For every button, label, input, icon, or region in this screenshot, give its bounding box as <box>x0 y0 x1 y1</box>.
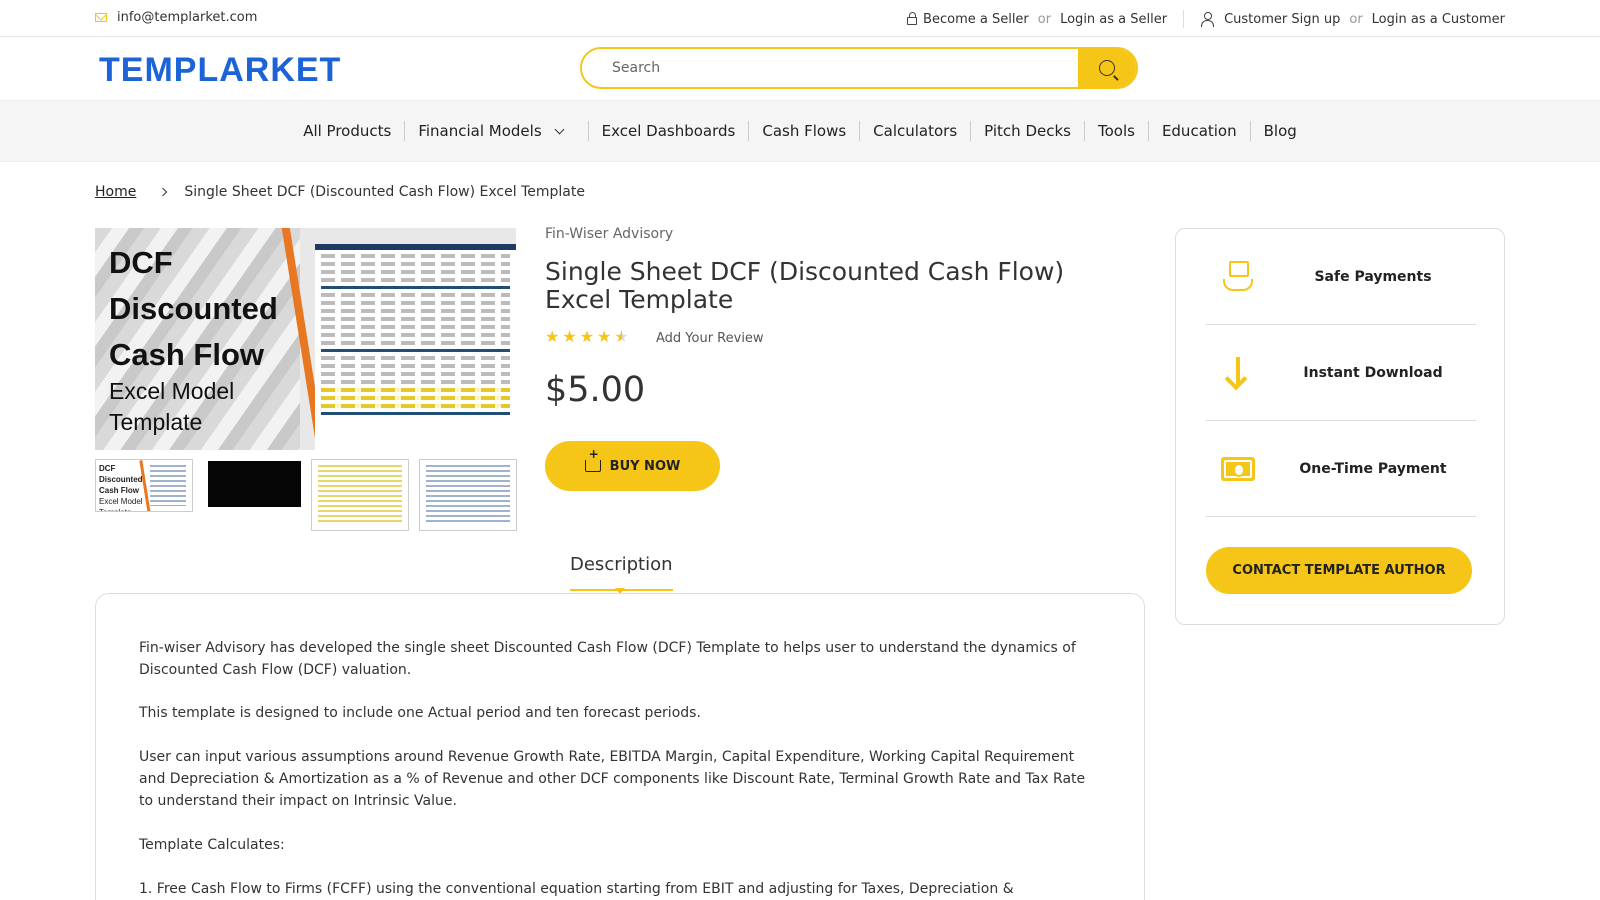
description-paragraph: User can input various assumptions aroun… <box>139 749 1086 809</box>
image-subtitle: Excel Model Template <box>109 378 235 435</box>
login-seller-link[interactable]: Login as a Seller <box>1060 12 1167 27</box>
sheet-preview <box>318 465 402 525</box>
product-price: $5.00 <box>545 370 646 410</box>
chevron-right-icon <box>159 187 168 197</box>
thumbnail-3[interactable] <box>311 459 409 531</box>
description-paragraph: 1. Free Cash Flow to Firms (FCFF) using … <box>139 881 1014 897</box>
nav-item-financial-models[interactable]: Financial Models <box>405 121 589 141</box>
nav-item-pitch-decks[interactable]: Pitch Decks <box>971 121 1085 141</box>
nav-item-all-products[interactable]: All Products <box>290 121 406 141</box>
nav-item-excel-dashboards[interactable]: Excel Dashboards <box>589 121 750 141</box>
cart-add-icon <box>584 447 601 472</box>
nav-label: Education <box>1161 122 1237 140</box>
breadcrumb: Home Single Sheet DCF (Discounted Cash F… <box>95 184 585 200</box>
nav-label: Tools <box>1097 122 1135 140</box>
thumbnail-1[interactable]: DCFDiscountedCash FlowExcel ModelTemplat… <box>95 459 193 512</box>
feature-instant-download: Instant Download <box>1206 325 1476 421</box>
add-review-link[interactable]: Add Your Review <box>656 331 764 346</box>
purchase-benefits-box: Safe Payments Instant Download One-Time … <box>1175 228 1505 625</box>
search-icon <box>1099 60 1115 76</box>
or-text: or <box>1349 11 1363 27</box>
account-links: Become a Seller or Login as a Seller Cus… <box>907 10 1505 28</box>
star-icon: ★ <box>579 327 595 346</box>
nav-item-calculators[interactable]: Calculators <box>860 121 972 141</box>
search-input[interactable] <box>582 49 1078 87</box>
star-icon: ★ <box>545 327 560 346</box>
thumbnail-4[interactable] <box>419 459 517 531</box>
nav-label: Financial Models <box>418 122 542 140</box>
top-bar: info@templarket.com Become a Seller or L… <box>0 0 1600 37</box>
chevron-down-icon <box>554 124 565 134</box>
star-icon: ★ <box>562 327 577 346</box>
product-thumbnails: DCFDiscountedCash FlowExcel ModelTemplat… <box>95 459 517 531</box>
tab-description[interactable]: Description <box>570 554 673 591</box>
dark-preview <box>208 461 301 507</box>
nav-label: Pitch Decks <box>984 122 1071 140</box>
star-half-icon: ★ <box>614 327 629 346</box>
nav-item-blog[interactable]: Blog <box>1251 121 1310 141</box>
nav-item-education[interactable]: Education <box>1149 121 1251 141</box>
buy-now-button[interactable]: BUY NOW <box>545 441 720 491</box>
nav-item-cash-flows[interactable]: Cash Flows <box>749 121 861 141</box>
nav-label: Blog <box>1263 122 1297 140</box>
feature-label: Safe Payments <box>1314 268 1432 285</box>
user-icon <box>1200 12 1215 27</box>
email-text: info@templarket.com <box>117 10 258 25</box>
feature-safe-payments: Safe Payments <box>1206 229 1476 325</box>
cash-icon <box>1221 456 1255 481</box>
star-icon: ★ <box>597 327 612 346</box>
nav-label: Excel Dashboards <box>601 122 736 140</box>
feature-label: One-Time Payment <box>1299 460 1447 477</box>
nav-label: Calculators <box>873 122 958 140</box>
rating-stars: ★ ★ ★ ★ ★ <box>545 329 629 345</box>
nav-label: All Products <box>303 122 392 140</box>
contact-author-button[interactable]: CONTACT TEMPLATE AUTHOR <box>1206 547 1472 594</box>
divider <box>1183 10 1185 28</box>
product-main-image[interactable]: DCF Discounted Cash Flow Excel Model Templa… <box>95 228 516 450</box>
search-bar <box>580 47 1138 89</box>
feature-one-time-payment: One-Time Payment <box>1206 421 1476 517</box>
site-header: TEMPLARKET <box>0 37 1600 100</box>
breadcrumb-home[interactable]: Home <box>95 184 136 200</box>
become-seller-link[interactable]: Become a Seller <box>923 12 1029 27</box>
nav-item-tools[interactable]: Tools <box>1085 121 1149 141</box>
contact-email[interactable]: info@templarket.com <box>95 10 257 25</box>
description-paragraph: Template Calculates: <box>139 837 285 853</box>
lock-icon <box>907 12 918 25</box>
download-arrow-icon <box>1224 356 1252 390</box>
description-panel: Fin-wiser Advisory has developed the sin… <box>95 593 1145 900</box>
image-title: DCF Discounted Cash Flow <box>109 245 278 372</box>
login-customer-link[interactable]: Login as a Customer <box>1372 12 1505 27</box>
search-button[interactable] <box>1078 49 1136 87</box>
feature-label: Instant Download <box>1303 364 1443 381</box>
description-paragraph: Fin-wiser Advisory has developed the sin… <box>139 640 1076 678</box>
thumb-title: DCFDiscountedCash FlowExcel ModelTemplat… <box>99 464 143 511</box>
main-nav: All Products Financial Models Excel Dash… <box>0 100 1600 162</box>
site-logo[interactable]: TEMPLARKET <box>99 51 341 90</box>
secure-payment-icon <box>1223 260 1253 293</box>
spreadsheet-preview <box>315 244 516 450</box>
thumbnail-2[interactable] <box>203 459 301 512</box>
seller-name[interactable]: Fin-Wiser Advisory <box>545 226 673 242</box>
buy-now-label: BUY NOW <box>609 458 681 474</box>
sheet-preview <box>426 465 510 525</box>
breadcrumb-current: Single Sheet DCF (Discounted Cash Flow) … <box>184 184 585 200</box>
product-title: Single Sheet DCF (Discounted Cash Flow) … <box>545 257 1065 314</box>
customer-signup-link[interactable]: Customer Sign up <box>1224 12 1340 27</box>
description-paragraph: This template is designed to include one… <box>139 705 701 721</box>
nav-label: Cash Flows <box>762 122 847 140</box>
or-text: or <box>1037 11 1052 27</box>
mail-icon <box>95 13 107 22</box>
